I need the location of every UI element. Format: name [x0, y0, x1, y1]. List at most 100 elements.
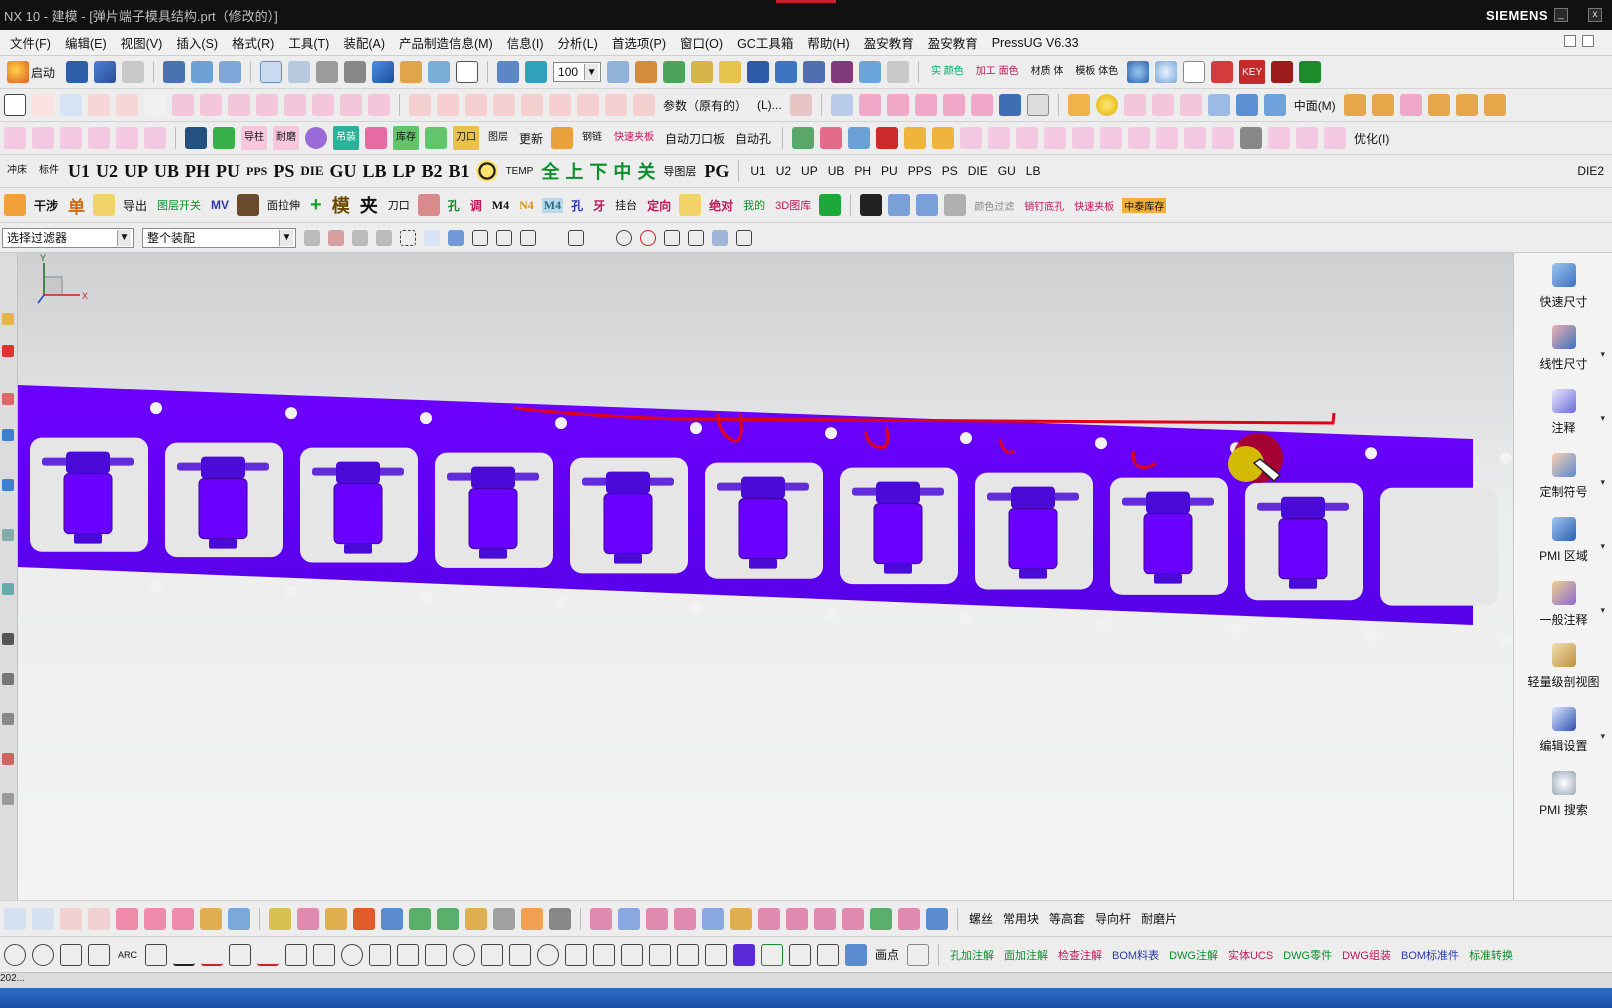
surface-4-icon[interactable] [942, 94, 965, 116]
spring-icon[interactable] [213, 127, 235, 149]
quadrant-icon[interactable] [592, 230, 608, 246]
surface-2-icon[interactable] [886, 94, 909, 116]
small-code-u2[interactable]: U2 [774, 164, 793, 178]
orient-button[interactable]: 定向 [645, 197, 673, 214]
rp-general-note[interactable]: 一般注释 ▾ [1514, 575, 1612, 633]
system-scenes-icon[interactable] [2, 793, 14, 805]
update-button[interactable]: 更新 [517, 126, 545, 150]
point-icon[interactable] [88, 94, 110, 116]
strip-layout-model[interactable] [18, 253, 1513, 900]
arrow-up-icon[interactable] [32, 94, 54, 116]
grid-view-icon[interactable] [288, 61, 311, 83]
plate-12-icon[interactable] [1100, 127, 1123, 149]
csys-icon[interactable] [219, 61, 242, 83]
close-layer-button[interactable]: 关 [637, 158, 655, 184]
datum-icon[interactable] [60, 94, 82, 116]
small-code-die[interactable]: DIE [966, 164, 990, 178]
body-select-icon[interactable] [424, 229, 440, 246]
draft-icon[interactable] [1399, 94, 1422, 116]
sketch-3-icon[interactable] [116, 907, 138, 930]
bridge-icon[interactable] [493, 94, 515, 116]
ruler-icon[interactable] [887, 61, 910, 83]
model-history-icon[interactable] [2, 429, 14, 441]
intersect-icon[interactable] [1179, 94, 1202, 116]
constraint-icon[interactable] [803, 61, 826, 83]
small-code-lb[interactable]: LB [1024, 164, 1043, 178]
draft-4-icon[interactable] [674, 907, 696, 930]
green-tool-icon[interactable] [1299, 61, 1322, 83]
shade-icon[interactable] [344, 61, 367, 83]
filter-icon[interactable] [304, 229, 320, 246]
small-code-gu[interactable]: GU [996, 164, 1018, 178]
light-icon[interactable] [1155, 61, 1178, 83]
guide-rod-button[interactable]: 导向杆 [1093, 910, 1133, 927]
corner-icon[interactable] [705, 943, 728, 966]
hammer-icon[interactable] [425, 943, 448, 966]
layer-1-icon[interactable] [269, 907, 291, 930]
hoist-button[interactable]: 吊装 [333, 126, 359, 150]
menu-tools[interactable]: 工具(T) [288, 33, 329, 52]
hole-point-button[interactable]: 孔 [446, 197, 462, 214]
shell-icon[interactable] [340, 94, 362, 116]
hexagon-icon[interactable] [1240, 127, 1263, 149]
view-3d-icon[interactable] [888, 194, 911, 216]
sphere-icon[interactable] [1127, 61, 1150, 83]
sweep-icon[interactable] [228, 94, 250, 116]
calculator-icon[interactable] [185, 127, 207, 149]
code-u2[interactable]: U2 [96, 161, 118, 182]
trim-icon[interactable] [409, 94, 431, 116]
draft-8-icon[interactable] [786, 907, 808, 930]
plate-15-icon[interactable] [1184, 127, 1207, 149]
save-icon[interactable] [66, 61, 89, 83]
small-code-pu[interactable]: PU [879, 164, 900, 178]
sketch-6-icon[interactable] [200, 907, 222, 930]
bom-list-button[interactable]: BOM料表 [1110, 947, 1161, 963]
small-code-ub[interactable]: UB [826, 164, 847, 178]
rp-pmi-search[interactable]: PMI 搜索 [1514, 765, 1612, 823]
select-all-icon[interactable] [328, 229, 344, 246]
t-tool-icon[interactable] [1271, 61, 1294, 83]
unite-icon[interactable] [1123, 94, 1146, 116]
offset-face-icon[interactable] [1235, 94, 1258, 116]
tangent-icon[interactable] [229, 943, 252, 966]
process-studio-icon[interactable] [2, 633, 14, 645]
assembly-icon[interactable] [775, 61, 798, 83]
key-button[interactable]: KEY [1239, 60, 1266, 84]
draw-point-button[interactable]: 画点 [873, 946, 901, 963]
plate-1-icon[interactable] [792, 127, 815, 149]
original-icon[interactable] [1183, 61, 1206, 83]
fillet-curve-icon[interactable] [605, 94, 627, 116]
selection-scope-select[interactable]: 整个装配 ▼ [142, 227, 296, 248]
rp-edit-settings[interactable]: 编辑设置 ▾ [1514, 701, 1612, 759]
mold-4-icon[interactable] [88, 127, 110, 149]
layer-2-icon[interactable] [297, 907, 319, 930]
ellipse-icon[interactable] [397, 943, 420, 966]
draft-13-icon[interactable] [926, 907, 948, 930]
outer-line-icon[interactable] [907, 943, 930, 966]
3d-library-button[interactable]: 3D图库 [773, 197, 813, 213]
pg-button[interactable]: PG [704, 161, 729, 182]
parallel-icon[interactable] [789, 943, 812, 966]
m4-blue-button[interactable]: M4 [541, 197, 564, 213]
menu-pressug[interactable]: PressUG V6.33 [992, 36, 1079, 50]
material-button[interactable]: 材质 体 [1028, 60, 1067, 84]
mirror-tool-icon[interactable] [313, 943, 336, 966]
param-u-label[interactable]: (L)... [755, 98, 784, 112]
thicken-icon[interactable] [1207, 94, 1230, 116]
code-pps[interactable]: PPS [246, 164, 267, 179]
menu-yingan-1[interactable]: 盈安教育 [864, 33, 914, 52]
code-die[interactable]: DIE [300, 163, 323, 179]
rp-quick-dimension[interactable]: 快速尺寸 [1514, 257, 1612, 315]
layer-icon[interactable] [456, 61, 479, 83]
rp-pmi-region[interactable]: PMI 区域 ▾ [1514, 511, 1612, 569]
measure-icon[interactable] [607, 61, 630, 83]
draft-11-icon[interactable] [870, 907, 892, 930]
bracket-2-icon[interactable] [649, 943, 672, 966]
layer-9-icon[interactable] [493, 907, 515, 930]
plate-11-icon[interactable] [1072, 127, 1095, 149]
stock-button[interactable]: 库存 [393, 126, 419, 150]
surface-3-icon[interactable] [914, 94, 937, 116]
solid-ucs-button[interactable]: 实体UCS [1226, 947, 1275, 963]
draft-12-icon[interactable] [898, 907, 920, 930]
play-icon[interactable] [747, 61, 770, 83]
